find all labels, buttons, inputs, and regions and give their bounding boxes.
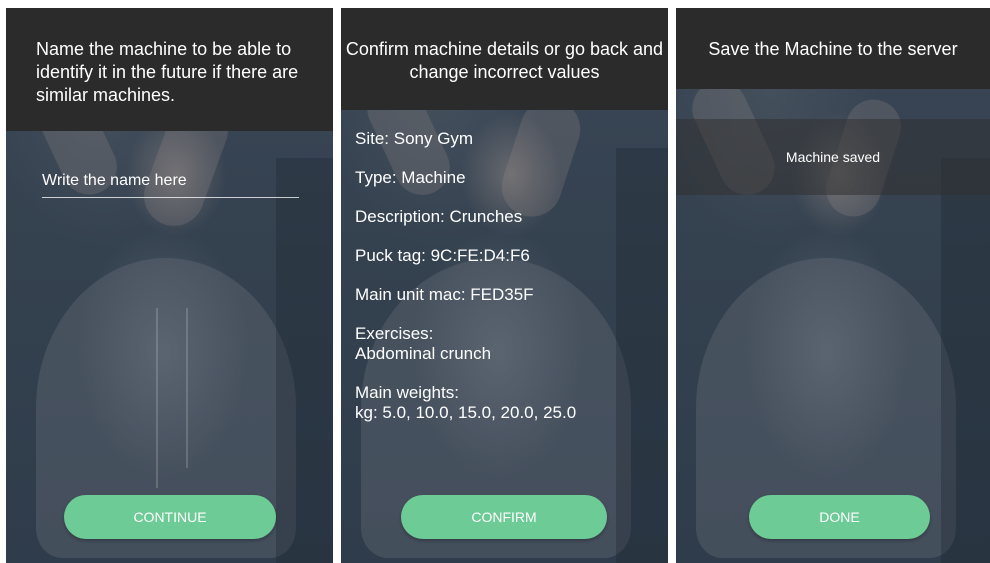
toast-message: Machine saved	[785, 149, 881, 165]
machine-details-list: Site: Sony Gym Type: Machine Description…	[355, 129, 664, 442]
detail-value: kg: 5.0, 10.0, 15.0, 20.0, 25.0	[355, 403, 577, 422]
confirm-details-screen: Confirm machine details or go back and c…	[341, 8, 668, 563]
header-title: Save the Machine to the server	[708, 39, 958, 59]
detail-label: Type: Machine	[355, 168, 466, 187]
background-photo	[676, 8, 990, 563]
screen-header: Confirm machine details or go back and c…	[341, 8, 668, 110]
machine-name-input[interactable]	[42, 168, 299, 198]
name-machine-screen: Name the machine to be able to identify …	[6, 8, 333, 563]
save-machine-screen: Save the Machine to the server Machine s…	[676, 8, 990, 563]
detail-main-unit-mac: Main unit mac: FED35F	[355, 285, 664, 305]
detail-label: Puck tag: 9C:FE:D4:F6	[355, 246, 530, 265]
detail-value: Abdominal crunch	[355, 344, 492, 363]
detail-site: Site: Sony Gym	[355, 129, 664, 149]
header-title: Name the machine to be able to identify …	[36, 39, 299, 105]
detail-main-weights: Main weights: kg: 5.0, 10.0, 15.0, 20.0,…	[355, 383, 664, 423]
detail-puck-tag: Puck tag: 9C:FE:D4:F6	[355, 246, 664, 266]
confirm-button[interactable]: CONFIRM	[401, 495, 607, 539]
done-button[interactable]: DONE	[749, 495, 930, 539]
detail-label: Site: Sony Gym	[355, 129, 474, 148]
detail-label: Description: Crunches	[355, 207, 523, 226]
detail-exercises: Exercises: Abdominal crunch	[355, 324, 664, 364]
header-title: Confirm machine details or go back and c…	[345, 39, 664, 82]
continue-button[interactable]: CONTINUE	[64, 495, 276, 539]
detail-type: Type: Machine	[355, 168, 664, 188]
detail-label: Main unit mac: FED35F	[355, 285, 534, 304]
screen-header: Save the Machine to the server	[676, 8, 990, 89]
detail-label: Main weights:	[355, 383, 459, 402]
machine-saved-toast: Machine saved	[676, 119, 990, 195]
detail-description: Description: Crunches	[355, 207, 664, 227]
detail-label: Exercises:	[355, 324, 434, 343]
screen-header: Name the machine to be able to identify …	[6, 8, 333, 131]
